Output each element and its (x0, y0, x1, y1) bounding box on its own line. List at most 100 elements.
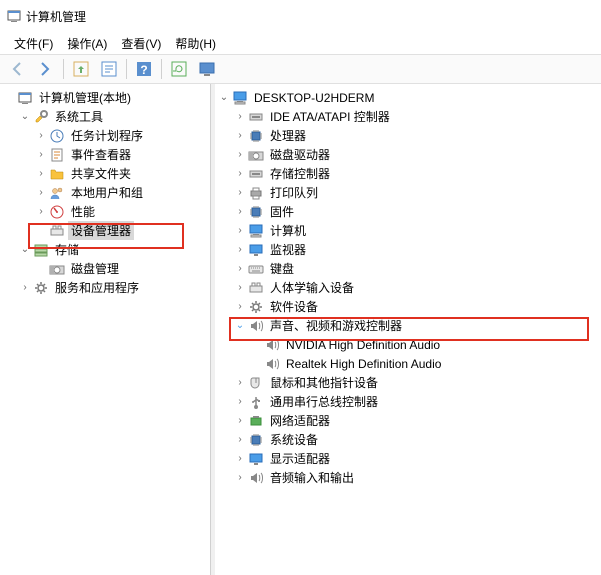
cat-ide[interactable]: ›IDE ATA/ATAPI 控制器 (215, 107, 601, 126)
expand-icon[interactable]: › (18, 281, 32, 295)
expand-icon[interactable]: › (233, 167, 247, 181)
expand-icon[interactable]: › (233, 224, 247, 238)
expand-icon[interactable]: › (233, 433, 247, 447)
hid-icon (248, 280, 264, 296)
cat-monitors[interactable]: › 监视器 (215, 240, 601, 259)
tree-label: 任务计划程序 (68, 126, 146, 145)
tree-label: 存储控制器 (267, 164, 333, 183)
left-pane: ▸计算机管理(本地) ⌄系统工具 › 任务计划程序 › 事件查看器 › 共享文件夹 ›… (0, 84, 211, 575)
expand-icon[interactable]: › (233, 414, 247, 428)
tree-storage[interactable]: ⌄存储 (0, 240, 210, 259)
tree-label: 软件设备 (267, 297, 321, 316)
tree-system-tools[interactable]: ⌄系统工具 (0, 107, 210, 126)
tree-performance[interactable]: ›性能 (0, 202, 210, 221)
help-icon (134, 59, 154, 79)
expand-icon[interactable]: › (34, 148, 48, 162)
menu-help[interactable]: 帮助(H) (169, 35, 222, 52)
expand-icon[interactable]: › (233, 262, 247, 276)
expand-icon[interactable]: › (233, 300, 247, 314)
expand-icon[interactable]: › (34, 186, 48, 200)
cat-network[interactable]: ›网络适配器 (215, 411, 601, 430)
cat-software-devices[interactable]: › 软件设备 (215, 297, 601, 316)
storage-icon (33, 242, 49, 258)
tree-label: Realtek High Definition Audio (283, 356, 444, 372)
clock-icon (49, 128, 65, 144)
cat-computer[interactable]: › 计算机 (215, 221, 601, 240)
device-realtek-audio[interactable]: ▸Realtek High Definition Audio (215, 354, 601, 373)
app-icon (6, 8, 22, 24)
expand-icon[interactable]: › (233, 395, 247, 409)
tree-label: 监视器 (267, 240, 309, 259)
tree-disk-management[interactable]: ▸磁盘管理 (0, 259, 210, 278)
tree-label: 事件查看器 (68, 145, 134, 164)
expand-icon[interactable]: › (233, 471, 247, 485)
tree-shared-folders[interactable]: › 共享文件夹 (0, 164, 210, 183)
cat-storage-ctrl[interactable]: › 存储控制器 (215, 164, 601, 183)
expand-icon[interactable]: › (233, 186, 247, 200)
tree-device-manager[interactable]: ▸设备管理器 (0, 221, 210, 240)
cat-firmware[interactable]: ›固件 (215, 202, 601, 221)
toolbar-separator (161, 59, 162, 79)
expand-icon[interactable]: › (233, 110, 247, 124)
cat-usb[interactable]: › 通用串行总线控制器 (215, 392, 601, 411)
cat-hid[interactable]: ›人体学输入设备 (215, 278, 601, 297)
properties-button[interactable] (96, 56, 122, 82)
cat-display[interactable]: › 显示适配器 (215, 449, 601, 468)
console-tree[interactable]: ▸计算机管理(本地) ⌄系统工具 › 任务计划程序 › 事件查看器 › 共享文件夹 ›… (0, 84, 210, 301)
expand-icon[interactable]: › (233, 452, 247, 466)
back-button[interactable] (5, 56, 31, 82)
collapse-icon[interactable]: ⌄ (18, 243, 32, 257)
cat-disk-drives[interactable]: ›磁盘驱动器 (215, 145, 601, 164)
device-tree[interactable]: ⌄DESKTOP-U2HDERM ›IDE ATA/ATAPI 控制器 ›处理器… (215, 84, 601, 491)
collapse-icon[interactable]: ⌄ (233, 319, 247, 333)
expand-icon[interactable]: › (233, 148, 247, 162)
expand-icon[interactable]: › (233, 281, 247, 295)
tree-root[interactable]: ▸计算机管理(本地) (0, 88, 210, 107)
refresh-button[interactable] (166, 56, 192, 82)
expand-icon[interactable]: › (34, 167, 48, 181)
device-nvidia-audio[interactable]: ▸NVIDIA High Definition Audio (215, 335, 601, 354)
show-hide-button[interactable] (194, 56, 220, 82)
menu-file[interactable]: 文件(F) (8, 35, 59, 52)
cat-mice[interactable]: › 鼠标和其他指针设备 (215, 373, 601, 392)
cat-sound[interactable]: ⌄声音、视频和游戏控制器 (215, 316, 601, 335)
body: ▸计算机管理(本地) ⌄系统工具 › 任务计划程序 › 事件查看器 › 共享文件夹 ›… (0, 84, 601, 575)
collapse-icon[interactable]: ⌄ (217, 91, 231, 105)
tree-label: 鼠标和其他指针设备 (267, 373, 381, 392)
tree-label: 音频输入和输出 (267, 468, 357, 487)
tree-label: 通用串行总线控制器 (267, 392, 381, 411)
properties-icon (99, 59, 119, 79)
tree-label: 系统设备 (267, 430, 321, 449)
up-button[interactable] (68, 56, 94, 82)
tree-label: 显示适配器 (267, 449, 333, 468)
tree-label: 共享文件夹 (68, 164, 134, 183)
forward-button[interactable] (33, 56, 59, 82)
toolbar-separator (126, 59, 127, 79)
menu-view[interactable]: 查看(V) (115, 35, 167, 52)
expand-icon[interactable]: › (233, 205, 247, 219)
menu-action[interactable]: 操作(A) (61, 35, 113, 52)
expand-icon[interactable]: › (233, 376, 247, 390)
expand-icon[interactable]: › (34, 205, 48, 219)
cat-print-queues[interactable]: ›打印队列 (215, 183, 601, 202)
cat-audio-io[interactable]: › 音频输入和输出 (215, 468, 601, 487)
tree-services-apps[interactable]: ›服务和应用程序 (0, 278, 210, 297)
disk-icon (248, 147, 264, 163)
tree-local-users[interactable]: ›本地用户和组 (0, 183, 210, 202)
tree-task-scheduler[interactable]: › 任务计划程序 (0, 126, 210, 145)
cat-system-devices[interactable]: › 系统设备 (215, 430, 601, 449)
collapse-icon[interactable]: ⌄ (18, 110, 32, 124)
usb-icon (248, 394, 264, 410)
tree-label: 计算机 (267, 221, 309, 240)
device-root[interactable]: ⌄DESKTOP-U2HDERM (215, 88, 601, 107)
cat-keyboards[interactable]: ›键盘 (215, 259, 601, 278)
expand-icon[interactable]: › (233, 129, 247, 143)
gear-icon (33, 280, 49, 296)
refresh-icon (169, 59, 189, 79)
expand-icon[interactable]: › (34, 129, 48, 143)
cat-processors[interactable]: ›处理器 (215, 126, 601, 145)
help-button[interactable] (131, 56, 157, 82)
chip-icon (248, 432, 264, 448)
tree-event-viewer[interactable]: › 事件查看器 (0, 145, 210, 164)
expand-icon[interactable]: › (233, 243, 247, 257)
